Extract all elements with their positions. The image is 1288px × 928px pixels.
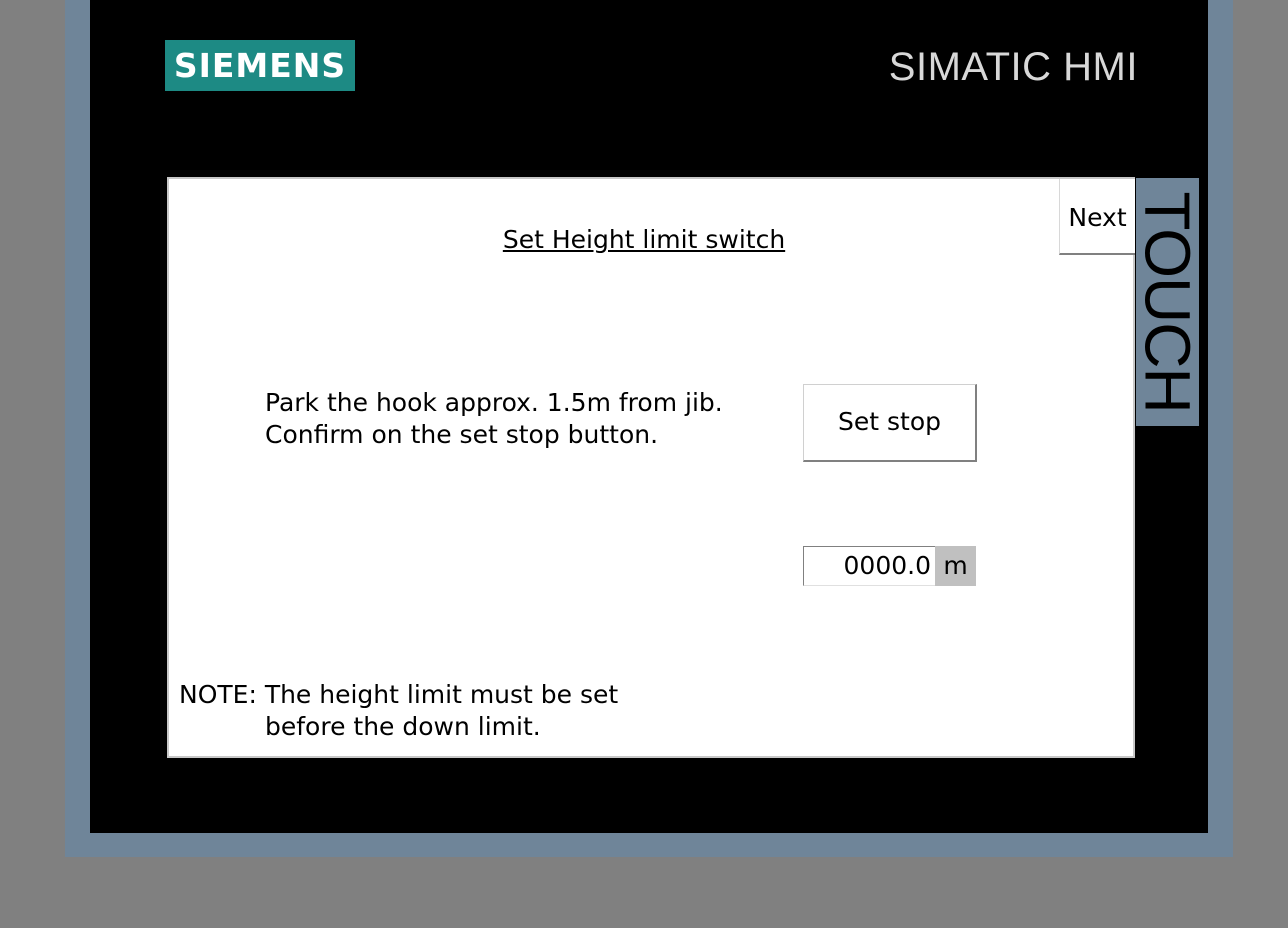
page-title: Set Height limit switch <box>502 225 786 254</box>
note-line-1: NOTE: The height limit must be set <box>179 680 619 709</box>
set-stop-button[interactable]: Set stop <box>803 384 977 462</box>
hmi-screen: Set Height limit switch Next Park the ho… <box>167 177 1135 758</box>
next-button[interactable]: Next <box>1059 179 1135 255</box>
instruction-text: Park the hook approx. 1.5m from jib. Con… <box>265 387 723 451</box>
note-text: NOTE: The height limit must be set befor… <box>179 679 618 743</box>
touch-label: TOUCH <box>1136 191 1199 413</box>
instruction-line-1: Park the hook approx. 1.5m from jib. <box>265 388 723 417</box>
product-name: SIMATIC HMI <box>888 45 1138 89</box>
touch-label-container: TOUCH <box>1136 178 1199 426</box>
height-unit-label: m <box>935 546 976 586</box>
note-line-2: before the down limit. <box>265 712 541 741</box>
siemens-logo: SIEMENS <box>165 40 355 91</box>
height-value-field[interactable]: 0000.0 <box>803 546 935 586</box>
instruction-line-2: Confirm on the set stop button. <box>265 420 659 449</box>
